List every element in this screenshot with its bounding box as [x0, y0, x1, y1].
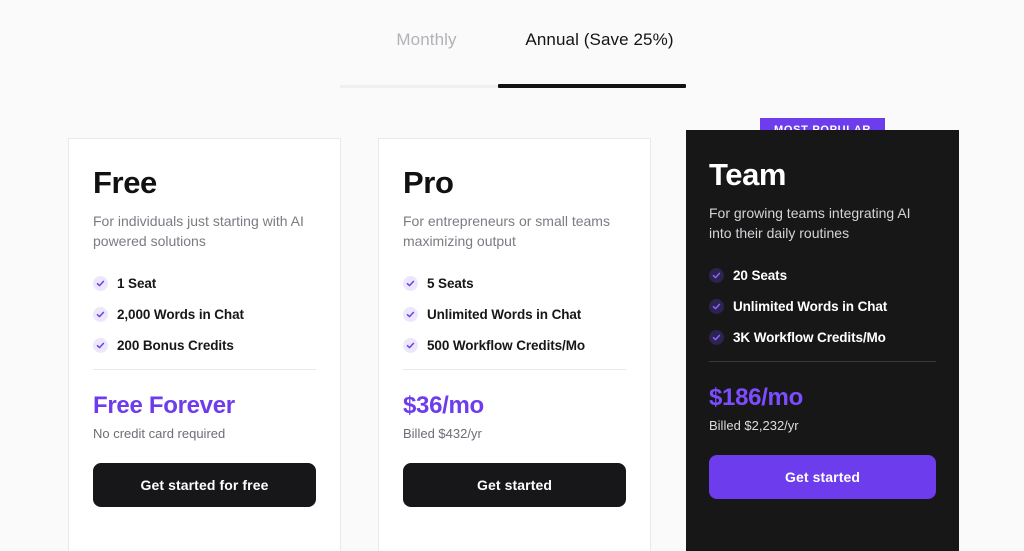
check-icon	[709, 299, 724, 315]
feature-label: Unlimited Words in Chat	[733, 299, 888, 315]
feature-label: 1 Seat	[117, 276, 157, 292]
plan-name: Free	[93, 165, 157, 200]
plan-price: $186/mo	[709, 384, 803, 412]
pricing-card-free[interactable]: Free For individuals just starting with …	[68, 138, 341, 551]
feature-item: 2,000 Words in Chat	[93, 307, 316, 323]
feature-list: 1 Seat 2,000 Words in Chat 200 Bonus Cre…	[93, 276, 316, 354]
feature-item: Unlimited Words in Chat	[709, 299, 936, 315]
active-tab-underline	[498, 84, 686, 88]
check-icon	[403, 338, 418, 354]
check-icon	[93, 338, 108, 354]
feature-label: Unlimited Words in Chat	[427, 307, 582, 323]
divider	[93, 369, 316, 371]
feature-item: 3K Workflow Credits/Mo	[709, 330, 936, 346]
pricing-card-team[interactable]: Team For growing teams integrating AI in…	[686, 130, 959, 551]
plan-price-note: Billed $2,232/yr	[709, 418, 799, 434]
get-started-button[interactable]: Get started	[403, 463, 626, 508]
divider	[403, 369, 626, 371]
divider	[709, 361, 936, 363]
plan-description: For growing teams integrating AI into th…	[709, 204, 911, 241]
feature-label: 5 Seats	[427, 276, 474, 292]
plan-price-note: Billed $432/yr	[403, 426, 482, 442]
feature-item: Unlimited Words in Chat	[403, 307, 626, 323]
plan-description: For individuals just starting with AI po…	[93, 212, 304, 249]
tab-annual[interactable]: Annual (Save 25%)	[513, 18, 686, 70]
tab-monthly[interactable]: Monthly	[340, 18, 513, 70]
billing-period-tabs: Monthly Annual (Save 25%)	[340, 18, 686, 70]
check-icon	[93, 276, 108, 292]
plan-description: For entrepreneurs or small teams maximiz…	[403, 212, 610, 249]
feature-label: 3K Workflow Credits/Mo	[733, 330, 886, 346]
feature-label: 20 Seats	[733, 268, 787, 284]
check-icon	[709, 330, 724, 346]
feature-item: 500 Workflow Credits/Mo	[403, 338, 626, 354]
check-icon	[403, 307, 418, 323]
feature-item: 200 Bonus Credits	[93, 338, 316, 354]
pricing-page: Monthly Annual (Save 25%) Free For indiv…	[0, 0, 1024, 551]
check-icon	[93, 307, 108, 323]
get-started-button[interactable]: Get started for free	[93, 463, 316, 508]
feature-list: 5 Seats Unlimited Words in Chat 500 Work…	[403, 276, 626, 354]
check-icon	[709, 268, 724, 284]
feature-label: 200 Bonus Credits	[117, 338, 234, 354]
plan-price: $36/mo	[403, 392, 484, 420]
pricing-card-pro[interactable]: Pro For entrepreneurs or small teams max…	[378, 138, 651, 551]
feature-item: 1 Seat	[93, 276, 316, 292]
plan-price: Free Forever	[93, 392, 235, 420]
feature-label: 2,000 Words in Chat	[117, 307, 244, 323]
plan-name: Pro	[403, 165, 454, 200]
feature-item: 20 Seats	[709, 268, 936, 284]
feature-label: 500 Workflow Credits/Mo	[427, 338, 585, 354]
get-started-button[interactable]: Get started	[709, 455, 936, 500]
feature-item: 5 Seats	[403, 276, 626, 292]
pricing-card-grid: Free For individuals just starting with …	[0, 118, 1024, 551]
check-icon	[403, 276, 418, 292]
plan-name: Team	[709, 157, 787, 192]
feature-list: 20 Seats Unlimited Words in Chat 3K Work…	[709, 268, 936, 346]
plan-price-note: No credit card required	[93, 426, 226, 442]
